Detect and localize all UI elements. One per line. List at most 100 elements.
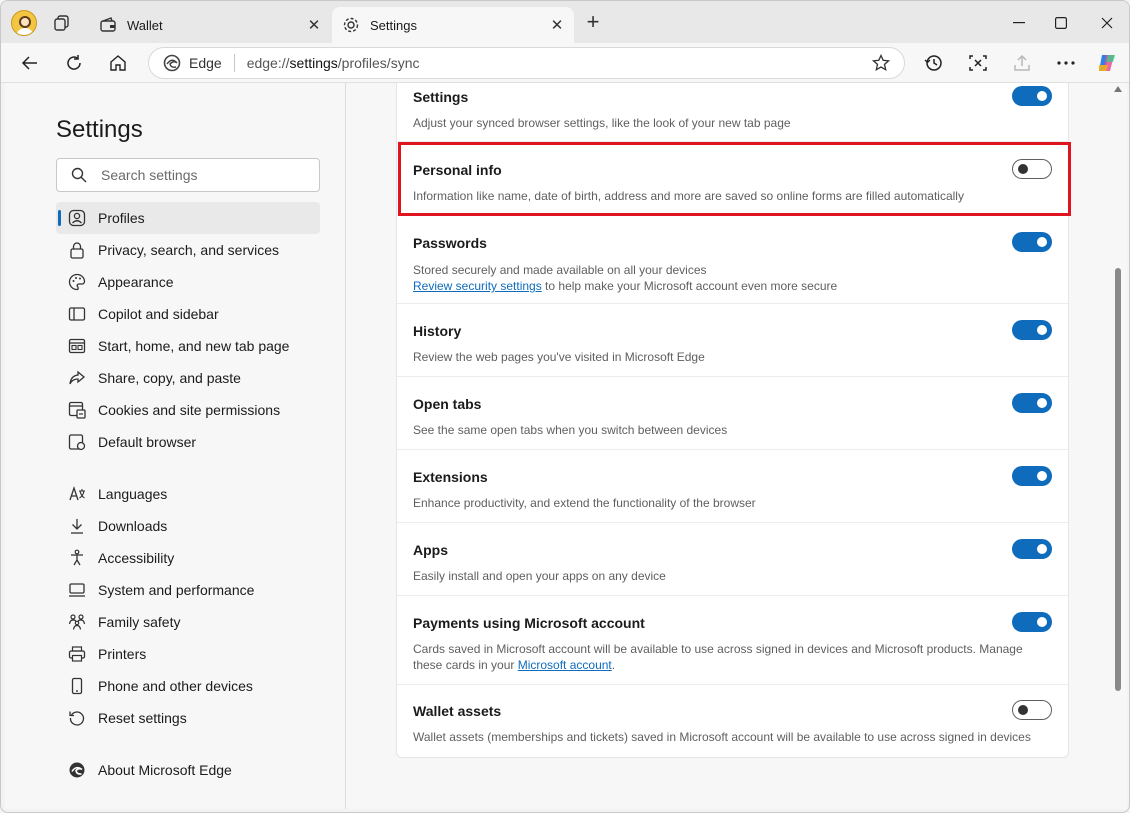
accessibility-icon (68, 549, 86, 567)
settings-sidebar: Settings Profiles Privacy, search, and s… (5, 83, 346, 809)
screenshot-button[interactable] (967, 52, 989, 74)
sidebar-item-family[interactable]: Family safety (56, 606, 320, 638)
toolbar: Edge edge://settings/profiles/sync (1, 43, 1129, 83)
toggle-wallet-assets[interactable] (1012, 700, 1052, 720)
sidebar-item-downloads[interactable]: Downloads (56, 510, 320, 542)
sync-panel: Settings Adjust your synced browser sett… (346, 83, 1127, 809)
sidebar-item-profiles[interactable]: Profiles (56, 202, 320, 234)
sidebar-item-label: Privacy, search, and services (98, 242, 280, 258)
share-icon (68, 369, 86, 387)
copilot-button[interactable] (1096, 52, 1118, 74)
sidebar-item-phone[interactable]: Phone and other devices (56, 670, 320, 702)
wallet-icon (99, 16, 117, 34)
sidebar-item-system[interactable]: System and performance (56, 574, 320, 606)
microsoft-account-link[interactable]: Microsoft account (518, 658, 612, 672)
copilot-icon (1099, 55, 1115, 71)
gear-icon (342, 16, 360, 34)
sidebar-item-label: Profiles (98, 210, 145, 226)
more-options-button[interactable] (1055, 52, 1077, 74)
sidebar-item-label: About Microsoft Edge (98, 762, 232, 778)
refresh-icon (67, 55, 81, 70)
download-icon (68, 517, 86, 535)
sidebar-item-label: Cookies and site permissions (98, 402, 281, 418)
sidebar-item-appearance[interactable]: Appearance (56, 266, 320, 298)
family-icon (68, 613, 86, 631)
address-bar[interactable]: Edge edge://settings/profiles/sync (148, 47, 905, 79)
new-tab-button[interactable]: + (583, 11, 603, 33)
lock-icon (68, 241, 86, 259)
tab-wallet[interactable]: Wallet ✕ (89, 7, 331, 43)
workspaces-icon[interactable] (53, 14, 71, 32)
row-description: Enhance productivity, and extend the fun… (413, 496, 756, 510)
toggle-personal-info[interactable] (1012, 159, 1052, 179)
toggle-history[interactable] (1012, 320, 1052, 340)
sidebar-item-accessibility[interactable]: Accessibility (56, 542, 320, 574)
nav-divider (56, 734, 320, 754)
screenshot-icon (969, 55, 987, 71)
sidebar-item-languages[interactable]: Languages (56, 478, 320, 510)
sidebar-item-copilot[interactable]: Copilot and sidebar (56, 298, 320, 330)
toggle-open-tabs[interactable] (1012, 393, 1052, 413)
review-security-link[interactable]: Review security settings (413, 279, 542, 293)
sync-card: Settings Adjust your synced browser sett… (396, 83, 1069, 758)
sidebar-item-share[interactable]: Share, copy, and paste (56, 362, 320, 394)
sidebar-item-label: Reset settings (98, 710, 187, 726)
sidebar-item-start-home[interactable]: Start, home, and new tab page (56, 330, 320, 362)
sidebar-item-printers[interactable]: Printers (56, 638, 320, 670)
sidebar-item-label: Family safety (98, 614, 181, 630)
sidebar-item-privacy[interactable]: Privacy, search, and services (56, 234, 320, 266)
sidebar-item-label: Copilot and sidebar (98, 306, 219, 322)
settings-page: Settings Profiles Privacy, search, and s… (5, 83, 1127, 809)
reset-icon (68, 709, 86, 727)
scroll-up-icon[interactable] (1114, 86, 1122, 92)
sidebar-item-label: Downloads (98, 518, 168, 534)
tab-settings[interactable]: Settings ✕ (332, 7, 574, 43)
row-title: Apps (413, 542, 448, 558)
search-box[interactable] (56, 158, 320, 192)
toggle-settings[interactable] (1012, 86, 1052, 106)
home-button[interactable] (107, 52, 129, 74)
row-description: See the same open tabs when you switch b… (413, 423, 728, 437)
history-icon (924, 55, 942, 71)
sidebar-item-cookies[interactable]: Cookies and site permissions (56, 394, 320, 426)
divider (233, 54, 235, 72)
favorite-star-icon[interactable] (872, 54, 890, 72)
toggle-apps[interactable] (1012, 539, 1052, 559)
sync-row-passwords: Passwords Stored securely and made avail… (397, 215, 1068, 304)
toggle-passwords[interactable] (1012, 232, 1052, 252)
close-icon[interactable]: ✕ (548, 16, 566, 34)
share-button[interactable] (1011, 52, 1033, 74)
scrollbar-thumb[interactable] (1115, 268, 1121, 691)
close-icon[interactable]: ✕ (305, 16, 323, 34)
sidebar-item-default-browser[interactable]: Default browser (56, 426, 320, 458)
search-input[interactable] (101, 167, 301, 183)
row-description: Information like name, date of birth, ad… (413, 189, 964, 203)
sync-row-settings: Settings Adjust your synced browser sett… (397, 83, 1068, 142)
maximize-button[interactable] (1051, 13, 1071, 33)
search-icon (71, 167, 87, 183)
nav-divider (56, 458, 320, 478)
profile-avatar[interactable] (11, 10, 37, 36)
refresh-button[interactable] (63, 52, 85, 74)
row-description: Easily install and open your apps on any… (413, 569, 666, 583)
sidebar-item-label: Share, copy, and paste (98, 370, 241, 386)
row-title: Passwords (413, 235, 487, 251)
phone-icon (68, 677, 86, 695)
sidebar-item-about[interactable]: About Microsoft Edge (56, 754, 320, 786)
row-description: Stored securely and made available on al… (413, 263, 707, 277)
url-text[interactable]: edge://settings/profiles/sync (247, 55, 420, 71)
toggle-extensions[interactable] (1012, 466, 1052, 486)
sidebar-item-reset[interactable]: Reset settings (56, 702, 320, 734)
toggle-payments[interactable] (1012, 612, 1052, 632)
sidebar-item-label: System and performance (98, 582, 255, 598)
history-button[interactable] (923, 52, 945, 74)
back-button[interactable] (19, 52, 41, 74)
minimize-button[interactable] (1009, 13, 1029, 33)
browser-window: Wallet ✕ Settings ✕ + Edge edge://settin… (0, 0, 1130, 813)
row-title: Extensions (413, 469, 488, 485)
language-icon (68, 485, 86, 503)
sidebar-item-label: Languages (98, 486, 168, 502)
site-label: Edge (189, 55, 222, 71)
page-title: Settings (56, 116, 143, 143)
close-window-button[interactable] (1097, 13, 1117, 33)
